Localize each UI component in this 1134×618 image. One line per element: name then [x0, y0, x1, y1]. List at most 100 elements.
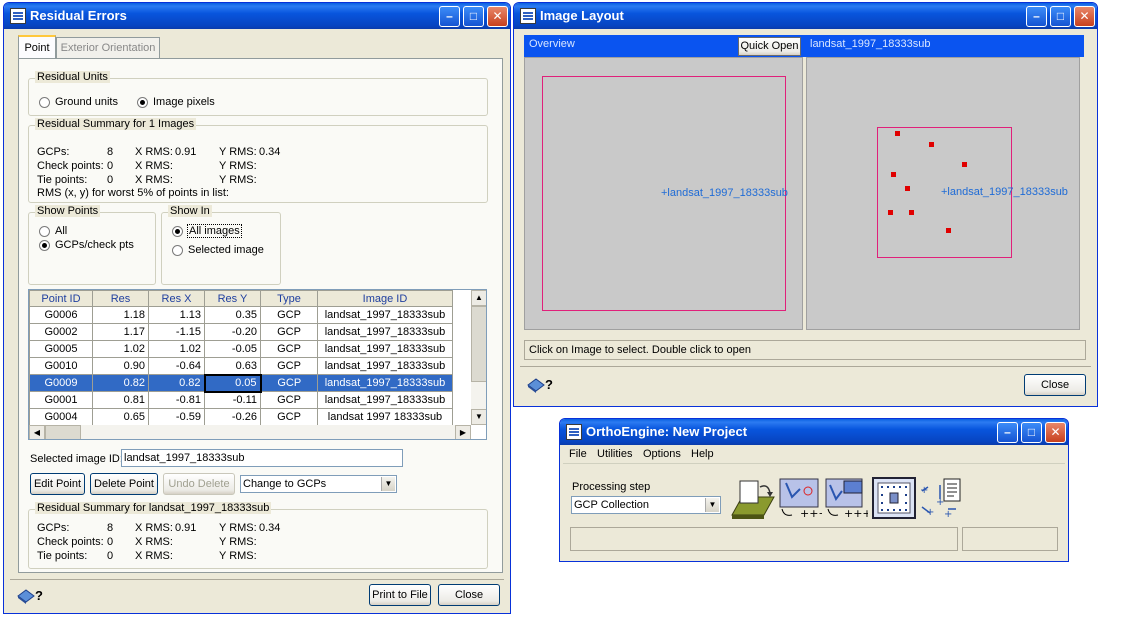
column-header-res-y[interactable]: Res Y — [204, 290, 261, 307]
gcp-collect-icon[interactable]: +++ — [778, 477, 822, 521]
detail-panel[interactable]: +landsat_1997_18333sub — [806, 57, 1080, 330]
gcp-point-marker[interactable] — [929, 142, 934, 147]
all-images-label: All images — [187, 224, 242, 238]
residual-errors-titlebar[interactable]: Residual Errors – □ ✕ — [4, 3, 510, 29]
tab-exterior-orientation[interactable]: Exterior Orientation — [56, 37, 160, 58]
table-horizontal-scrollbar[interactable]: ◀ ▶ — [29, 425, 471, 439]
image-pixels-radio[interactable] — [137, 97, 148, 108]
table-row[interactable]: G0006 1.18 1.13 0.35 GCP landsat_1997_18… — [29, 306, 453, 324]
svg-text:+: + — [936, 497, 944, 508]
table-vertical-scrollbar[interactable]: ▲ ▼ — [471, 290, 486, 425]
edit-point-button[interactable]: Edit Point — [30, 473, 85, 495]
show-all-radio[interactable] — [39, 226, 50, 237]
table-row[interactable]: G0005 1.02 1.02 -0.05 GCP landsat_1997_1… — [29, 340, 453, 358]
undo-delete-button[interactable]: Undo Delete — [163, 473, 235, 495]
column-header-res[interactable]: Res — [92, 290, 149, 307]
close-button[interactable]: Close — [438, 584, 500, 606]
worst-points-note: RMS (x, y) for worst 5% of points in lis… — [37, 187, 229, 199]
change-type-value: Change to GCPs — [243, 478, 327, 490]
change-type-combo[interactable]: Change to GCPs ▼ — [240, 475, 397, 493]
window-title: Image Layout — [540, 8, 624, 23]
selected-image-radio[interactable] — [172, 245, 183, 256]
maximize-button[interactable]: □ — [463, 6, 484, 27]
table-row-selected[interactable]: G0009 0.82 0.82 0.05 GCP landsat_1997_18… — [29, 373, 453, 393]
overview-header: Overview Quick Open landsat_1997_18333su… — [524, 35, 1084, 57]
cell-res-x: -0.59 — [148, 408, 205, 426]
gcp-point-marker[interactable] — [946, 228, 951, 233]
help-book-icon[interactable]: ? — [16, 584, 44, 606]
column-header-point-id[interactable]: Point ID — [29, 290, 93, 307]
table-row[interactable]: G0004 0.65 -0.59 -0.26 GCP landsat 1997 … — [29, 408, 453, 426]
menu-help[interactable]: Help — [691, 448, 714, 460]
close-window-button[interactable]: ✕ — [1045, 422, 1066, 443]
image-summary-label: Residual Summary for landsat_1997_18333s… — [35, 502, 272, 514]
layout-close-button[interactable]: Close — [1024, 374, 1086, 396]
cell-image-id: landsat 1997 18333sub — [317, 408, 453, 426]
minimize-button[interactable]: – — [1026, 6, 1047, 27]
menu-options[interactable]: Options — [643, 448, 681, 460]
gcp-import-icon[interactable]: +++ — [824, 477, 868, 521]
scroll-thumb[interactable] — [471, 306, 486, 382]
quick-open-button[interactable]: Quick Open — [738, 37, 801, 56]
chevron-down-icon[interactable]: ▼ — [705, 498, 719, 512]
scroll-down-button[interactable]: ▼ — [471, 409, 486, 425]
menu-utilities[interactable]: Utilities — [597, 448, 632, 460]
points-grid-icon[interactable] — [872, 477, 916, 521]
scroll-right-button[interactable]: ▶ — [455, 425, 471, 439]
processing-step-combo[interactable]: GCP Collection ▼ — [571, 496, 721, 514]
maximize-button[interactable]: □ — [1050, 6, 1071, 27]
gcp-point-marker[interactable] — [895, 131, 900, 136]
cell-res: 0.65 — [92, 408, 149, 426]
residual-table: Point ID Res Res X Res Y Type Image ID G… — [29, 290, 453, 426]
svg-text:+++: +++ — [844, 507, 868, 520]
tab-point[interactable]: Point — [18, 35, 56, 59]
all-images-radio[interactable] — [172, 226, 183, 237]
overview-footprint[interactable]: +landsat_1997_18333sub — [542, 76, 788, 311]
gcp-point-marker[interactable] — [905, 186, 910, 191]
ortho-status-pane-side — [962, 527, 1058, 551]
maximize-button[interactable]: □ — [1021, 422, 1042, 443]
table-row[interactable]: G0001 0.81 -0.81 -0.11 GCP landsat_1997_… — [29, 391, 453, 409]
scroll-up-button[interactable]: ▲ — [471, 290, 486, 306]
residual-errors-window: Residual Errors – □ ✕ Point Exterior Ori… — [3, 2, 511, 614]
ground-units-radio[interactable] — [39, 97, 50, 108]
menu-file[interactable]: File — [569, 448, 587, 460]
orthoengine-titlebar[interactable]: OrthoEngine: New Project – □ ✕ — [560, 419, 1068, 445]
summary-row-tie: Tie points: 0 X RMS: Y RMS: — [37, 174, 257, 186]
image-layout-titlebar[interactable]: Image Layout – □ ✕ — [514, 3, 1097, 29]
selected-image-id-field[interactable]: landsat_1997_18333sub — [121, 449, 403, 467]
cell-type: GCP — [260, 323, 318, 341]
svg-text:?: ? — [545, 377, 553, 392]
column-header-image-id[interactable]: Image ID — [317, 290, 453, 307]
transform-icon[interactable]: + + + + — [918, 477, 962, 521]
minimize-button[interactable]: – — [997, 422, 1018, 443]
delete-point-button[interactable]: Delete Point — [90, 473, 158, 495]
gcp-point-marker[interactable] — [891, 172, 896, 177]
orthoengine-window: OrthoEngine: New Project – □ ✕ File Util… — [559, 418, 1069, 562]
gcp-point-marker[interactable] — [888, 210, 893, 215]
close-window-button[interactable]: ✕ — [487, 6, 508, 27]
cell-point-id: G0002 — [29, 323, 93, 341]
chevron-down-icon[interactable]: ▼ — [381, 477, 395, 491]
cell-res-x: 0.82 — [148, 374, 205, 392]
cell-image-id: landsat_1997_18333sub — [317, 374, 453, 392]
scroll-left-button[interactable]: ◀ — [29, 425, 45, 439]
minimize-button[interactable]: – — [439, 6, 460, 27]
column-header-res-x[interactable]: Res X — [148, 290, 205, 307]
close-window-button[interactable]: ✕ — [1074, 6, 1095, 27]
help-book-icon[interactable]: ? — [526, 373, 554, 395]
gcp-point-marker[interactable] — [962, 162, 967, 167]
gcp-point-marker[interactable] — [909, 210, 914, 215]
table-row[interactable]: G0010 0.90 -0.64 0.63 GCP landsat_1997_1… — [29, 357, 453, 375]
print-to-file-button[interactable]: Print to File — [369, 584, 431, 606]
image-summary-row-gcps: GCPs: 8 X RMS: 0.91 Y RMS: 0.34 — [37, 522, 281, 534]
show-gcps-radio[interactable] — [39, 240, 50, 251]
detail-footprint[interactable]: +landsat_1997_18333sub — [877, 127, 1068, 258]
footer-divider — [10, 579, 504, 580]
open-image-icon[interactable] — [730, 477, 776, 521]
column-header-type[interactable]: Type — [260, 290, 318, 307]
cell-res-y: -0.11 — [204, 391, 261, 409]
scroll-hthumb[interactable] — [45, 425, 81, 439]
overview-panel[interactable]: +landsat_1997_18333sub — [524, 57, 803, 330]
table-row[interactable]: G0002 1.17 -1.15 -0.20 GCP landsat_1997_… — [29, 323, 453, 341]
